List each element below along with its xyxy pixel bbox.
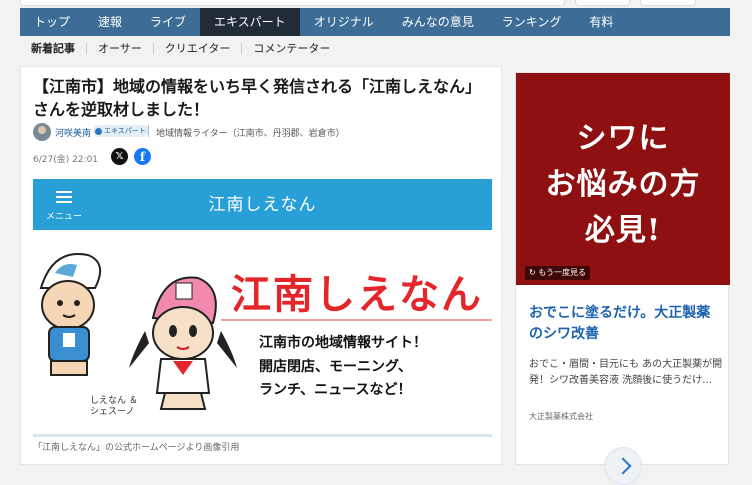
divider (148, 125, 149, 137)
sub-nav: 新着記事 オーサー クリエイター コメンテーター (20, 36, 730, 62)
chevron-right-icon[interactable] (604, 447, 642, 485)
nav-item-top[interactable]: トップ (20, 8, 84, 36)
main-nav: トップ 速報 ライブ エキスパート オリジナル みんなの意見 ランキング 有料 (20, 8, 730, 36)
author-name[interactable]: 河咲美南 (55, 126, 91, 139)
publish-date: 6/27(金) 22:01 (33, 155, 99, 165)
nav-item-paid[interactable]: 有料 (575, 8, 627, 36)
site-logo-text: 江南しえなん (231, 272, 483, 318)
article-image: メニュー 江南しえなん しえなん ＆ シェスーノ 江南しえなん 江南市の地域情報… (33, 179, 492, 432)
ad-banner-line-3: 必見! (584, 213, 662, 248)
top-strip (0, 0, 752, 8)
caption-divider (33, 434, 492, 437)
expert-badge: エキスパート (93, 125, 149, 137)
nav-item-live[interactable]: ライブ (136, 8, 200, 36)
article-headline: 【江南市】地域の情報をいち早く発信される「江南しえなん」さんを逆取材しました！ (33, 77, 482, 119)
ad-sponsor: 大正製薬株式会社 (529, 412, 593, 421)
ad-banner-line-1: シワに (576, 121, 670, 156)
nav-item-ranking[interactable]: ランキング (488, 8, 576, 36)
nav-item-original[interactable]: オリジナル (300, 8, 388, 36)
sidebar-ad[interactable]: シワに お悩みの方 必見! ↻ もう一度見る おでこに塗るだけ。大正製薬のシワ改… (515, 72, 730, 485)
site-title: 江南しえなん (208, 195, 317, 215)
image-caption: 「江南しえなん」の公式ホームページより画像引用 (33, 443, 240, 453)
site-header-bar: メニュー 江南しえなん (33, 179, 492, 230)
subnav-item-creators[interactable]: クリエイター (152, 43, 242, 55)
verified-icon (95, 127, 102, 135)
nav-item-breaking[interactable]: 速報 (84, 8, 136, 36)
top-bar-button-edge (575, 0, 630, 6)
ad-replay-button[interactable]: ↻ もう一度見る (525, 266, 591, 280)
subnav-item-commentators[interactable]: コメンテーター (241, 43, 341, 55)
expert-badge-label: エキスパート (104, 127, 146, 135)
figure-line-3: ランチ、ニュースなど！ (259, 382, 412, 398)
nav-item-expert[interactable]: エキスパート (200, 8, 300, 36)
replay-icon: ↻ (529, 268, 536, 277)
figure-line-1: 江南市の地域情報サイト！ (259, 335, 427, 351)
subnav-item-new[interactable]: 新着記事 (20, 43, 86, 55)
top-bar-button-edge (640, 0, 696, 6)
ad-banner-line-2: お悩みの方 (545, 167, 701, 202)
ad-title[interactable]: おでこに塗るだけ。大正製薬のシワ改善 (529, 303, 724, 345)
ad-body: おでこ・眉間・目元にも あの大正製薬が開発！シワ改善美容液 洗顔後に使うだけ… (529, 359, 723, 386)
article-card: 【江南市】地域の情報をいち早く発信される「江南しえなん」さんを逆取材しました！ … (20, 66, 502, 465)
author-avatar[interactable] (33, 123, 51, 141)
x-share-icon[interactable]: 𝕏 (111, 148, 128, 165)
nav-item-opinions[interactable]: みんなの意見 (388, 8, 488, 36)
figure-line-2: 開店閉店、モーニング、 (259, 359, 413, 375)
facebook-share-icon[interactable]: f (134, 148, 151, 165)
character-names: しえなん ＆ シェスーノ (90, 396, 138, 417)
author-role: 地域情報ライター（江南市、丹羽郡、岩倉市） (156, 129, 345, 139)
ad-banner[interactable]: シワに お悩みの方 必見! ↻ もう一度見る (516, 73, 730, 285)
ad-replay-label: もう一度見る (538, 268, 587, 277)
mascot-characters-illustration (39, 253, 237, 410)
top-bar-search-edge (20, 0, 565, 6)
subnav-item-authors[interactable]: オーサー (86, 43, 153, 55)
